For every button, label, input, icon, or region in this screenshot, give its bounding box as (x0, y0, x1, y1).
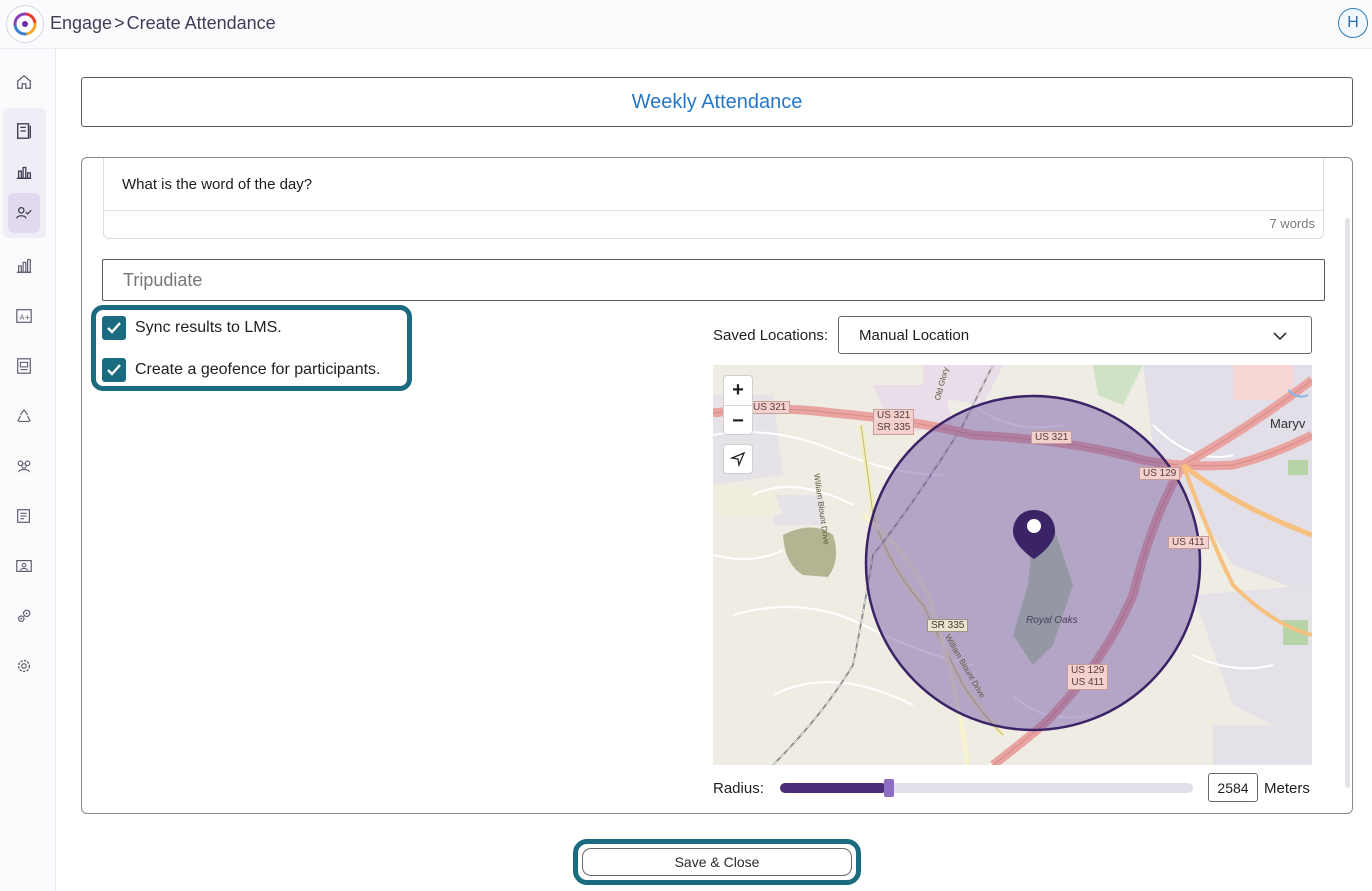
map-tiles (713, 365, 1312, 765)
sidebar-item-recycle[interactable] (8, 400, 40, 432)
geofence-option[interactable]: Create a geofence for participants. (102, 358, 380, 382)
attendance-form-panel: What is the word of the day? 7 words Tri… (81, 157, 1353, 814)
save-button-inner-border (582, 848, 852, 876)
save-and-close-button[interactable]: Save & Close (573, 839, 861, 885)
map-label-sr335: SR 335 (927, 619, 969, 632)
radius-slider[interactable] (780, 779, 1193, 797)
radius-slider-thumb[interactable] (884, 779, 894, 797)
sidebar-item-analytics[interactable] (8, 250, 40, 282)
logo-swirl-icon (13, 12, 37, 36)
sidebar-item-home[interactable] (8, 66, 40, 98)
question-text: What is the word of the day? (122, 176, 313, 193)
panel-scrollbar[interactable] (1345, 218, 1350, 788)
sidebar-item-id-cards[interactable] (8, 550, 40, 582)
sidebar-item-groups[interactable] (8, 450, 40, 482)
integration-gears-icon (18, 609, 31, 622)
radius-value-input[interactable]: 2584 (1208, 773, 1258, 802)
sidebar-item-integrations[interactable] (8, 600, 40, 632)
map-label-us129-us411: US 129 US 411 (1067, 664, 1109, 690)
saved-locations-label: Saved Locations: (713, 327, 829, 344)
sync-lms-option[interactable]: Sync results to LMS. (102, 316, 282, 340)
saved-locations-value: Manual Location (859, 326, 970, 344)
zoom-in-button[interactable]: + (724, 376, 752, 406)
attendance-user-check-icon (16, 206, 32, 219)
map-label-us321-line: US 321 (877, 410, 911, 421)
sync-lms-label: Sync results to LMS. (135, 319, 282, 336)
top-bar: Engage > Create Attendance H (0, 0, 1372, 49)
sidebar-item-stats[interactable] (8, 156, 40, 188)
app-logo[interactable] (6, 5, 44, 43)
radius-unit-label: Meters (1264, 780, 1310, 797)
geofence-label: Create a geofence for participants. (135, 361, 381, 378)
saved-locations-select[interactable]: Manual Location (838, 316, 1312, 354)
answer-input[interactable]: Tripudiate (102, 259, 1325, 301)
svg-text:A+: A+ (20, 313, 31, 322)
breadcrumb-engage[interactable]: Engage (50, 13, 112, 34)
geofence-map[interactable]: US 321 US 321 SR 335 US 321 US 129 US 41… (713, 365, 1312, 765)
home-icon (17, 74, 31, 89)
checkmark-icon (107, 322, 121, 334)
zoom-out-button[interactable]: − (724, 406, 752, 436)
map-label-us321: US 321 (749, 401, 791, 414)
recycle-icon (17, 409, 31, 422)
radius-label: Radius: (713, 780, 764, 797)
grade-a-plus-icon: A+ (16, 309, 32, 323)
sidebar-item-attendance[interactable] (8, 193, 40, 233)
group-icon (17, 460, 31, 473)
sidebar-item-reports[interactable] (8, 350, 40, 382)
breadcrumb-separator: > (114, 13, 125, 33)
map-label-us129-line: US 129 (1071, 665, 1105, 676)
map-locate-button[interactable] (723, 444, 753, 474)
sidebar-item-notebook[interactable] (8, 115, 40, 147)
breadcrumb: Engage > Create Attendance (50, 13, 276, 34)
sidebar-item-lists[interactable] (8, 500, 40, 532)
navigation-arrow-icon (730, 451, 746, 467)
map-zoom-controls: + − (723, 375, 753, 435)
map-label-us411-line: US 411 (1071, 677, 1104, 688)
map-label-us129: US 129 (1139, 467, 1181, 480)
map-label-us321-sr335: US 321 SR 335 (873, 409, 915, 435)
map-label-us321-east: US 321 (1031, 431, 1073, 444)
question-box[interactable]: What is the word of the day? 7 words (103, 158, 1324, 239)
geofence-checkbox[interactable] (102, 358, 126, 382)
question-divider (104, 210, 1323, 211)
map-label-royal-oaks: Royal Oaks (1026, 615, 1078, 626)
radius-slider-fill (780, 783, 887, 793)
report-icon (17, 358, 31, 374)
word-count: 7 words (1269, 216, 1315, 231)
sidebar-item-settings[interactable] (8, 650, 40, 682)
settings-gear-icon (17, 659, 31, 673)
sync-lms-checkbox[interactable] (102, 316, 126, 340)
checkmark-icon (107, 364, 121, 376)
id-card-icon (16, 560, 32, 572)
list-edit-icon (17, 509, 30, 523)
user-avatar[interactable]: H (1338, 8, 1368, 38)
map-label-maryville: Maryv (1270, 416, 1306, 431)
breadcrumb-current-page: Create Attendance (126, 13, 276, 33)
map-label-sr335-line: SR 335 (877, 422, 911, 433)
notebook-icon (17, 123, 31, 139)
chevron-down-icon (1273, 332, 1287, 341)
attendance-title-field[interactable]: Weekly Attendance (81, 77, 1353, 127)
bar-chart-icon (16, 166, 32, 179)
sidebar-item-grades[interactable]: A+ (8, 300, 40, 332)
analytics-icon (16, 259, 32, 273)
map-label-us411: US 411 (1168, 536, 1209, 549)
options-highlight-group: Sync results to LMS. Create a geofence f… (91, 305, 412, 391)
sidebar: A+ (0, 49, 56, 891)
